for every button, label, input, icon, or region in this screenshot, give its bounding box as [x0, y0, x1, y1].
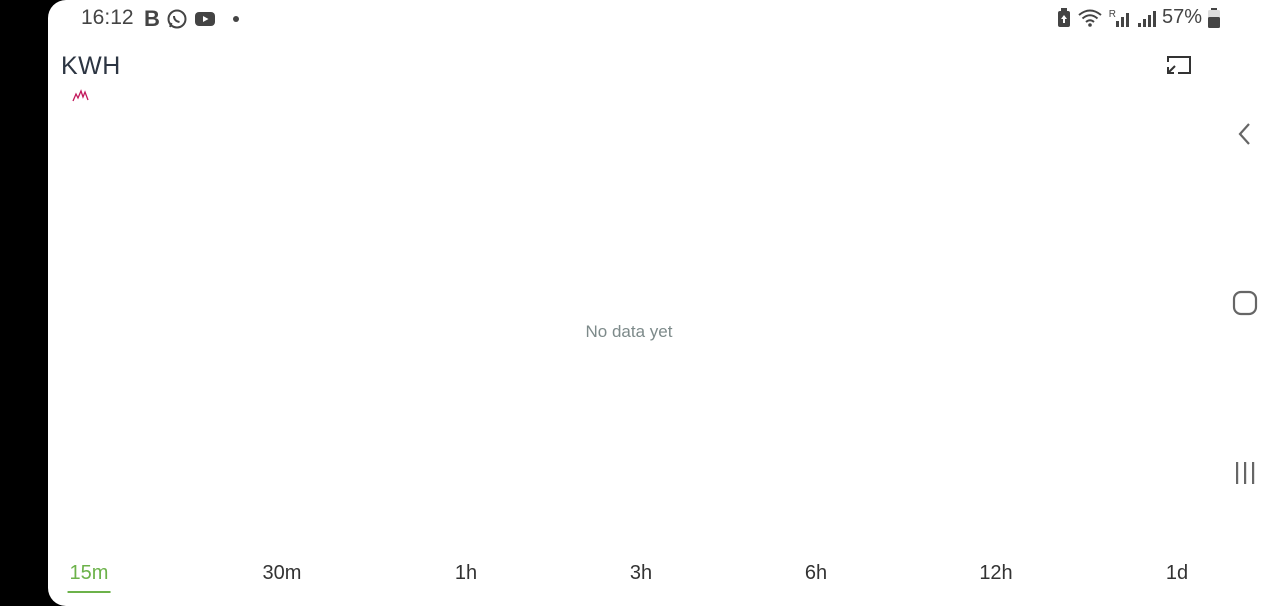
youtube-icon — [194, 12, 215, 26]
exit-fullscreen-icon[interactable] — [1164, 52, 1194, 78]
app-screen: 16:12 B R 57% KWH No data yet 15m 30m 1h… — [48, 0, 1280, 606]
whatsapp-icon — [167, 9, 187, 29]
notification-icons: B — [144, 6, 244, 32]
wifi-icon — [1078, 9, 1102, 27]
tab-6h[interactable]: 6h — [803, 560, 829, 591]
tab-15m[interactable]: 15m — [67, 560, 111, 593]
recents-icon[interactable] — [1232, 460, 1258, 486]
sparkline-icon — [72, 89, 89, 102]
navigation-bar — [1210, 0, 1280, 606]
roaming-label: R — [1108, 8, 1116, 20]
back-icon[interactable] — [1232, 120, 1258, 148]
signal-roaming-icon: R — [1109, 9, 1132, 27]
dot-icon — [232, 16, 239, 22]
empty-chart-message: No data yet — [585, 322, 673, 341]
tab-3h[interactable]: 3h — [628, 560, 654, 591]
b-icon: B — [144, 6, 160, 31]
signal-icon — [1137, 10, 1156, 27]
page-title: KWH — [61, 52, 121, 80]
battery-saver-icon — [1057, 7, 1070, 27]
tab-1h[interactable]: 1h — [453, 560, 479, 591]
home-icon[interactable] — [1232, 290, 1258, 316]
tab-12h[interactable]: 12h — [977, 560, 1014, 591]
tab-1d[interactable]: 1d — [1164, 560, 1190, 591]
range-tabs: 15m 30m 1h 3h 6h 12h 1d — [48, 560, 1210, 606]
status-time: 16:12 — [81, 6, 134, 29]
system-status-icons: R 57% — [1057, 6, 1220, 29]
battery-percent: 57% — [1161, 6, 1202, 28]
tab-30m[interactable]: 30m — [261, 560, 304, 591]
status-bar: 16:12 B R 57% — [48, 0, 1280, 36]
